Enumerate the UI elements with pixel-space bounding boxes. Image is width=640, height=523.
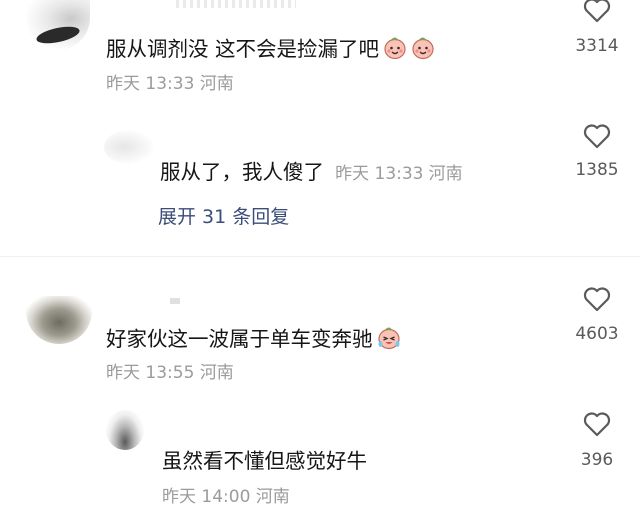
comment-location: 河南 [428,164,463,184]
comment-location: 河南 [199,363,234,383]
crying-laughing-peach-emoji [377,327,400,350]
like-count: 4603 [575,324,619,344]
comment-meta: 昨天 13:55 河南 [106,365,234,382]
reply-row: 服从了，我人傻了 昨天 13:33 河南 [160,162,463,183]
heart-outline-icon[interactable] [582,285,612,313]
comment-text: 好家伙这一波属于单车变奔驰 [106,326,401,350]
heart-outline-icon[interactable] [582,0,612,24]
heart-outline-icon[interactable] [582,410,612,438]
cropped-username-fragment [170,298,180,304]
comment-time: 昨天 13:33 [335,164,424,184]
heart-outline-icon[interactable] [582,122,612,150]
like-count: 3314 [575,36,619,56]
expand-replies-button[interactable]: 展开 31 条回复 [158,208,289,227]
avatar[interactable] [26,0,90,50]
like-count: 1385 [575,160,619,180]
avatar[interactable] [26,296,92,344]
avatar[interactable] [106,410,144,450]
comment-location: 河南 [255,487,290,507]
comment-time: 昨天 13:55 [106,363,195,383]
comment-text: 服从调剂没 这不会是捡漏了吧 [106,36,435,60]
comment-time: 昨天 13:33 [106,74,195,94]
comment-meta: 昨天 14:00 河南 [162,489,290,506]
comment-meta: 昨天 13:33 河南 [106,76,234,93]
comment-text: 服从了，我人傻了 [160,160,324,184]
cropped-username-fragment [176,0,296,8]
peach-smile-emoji [384,37,406,60]
peach-smile-emoji [412,37,434,60]
like-count: 396 [580,450,614,470]
comment-location: 河南 [199,74,234,94]
avatar[interactable] [104,130,154,164]
comment-time: 昨天 14:00 [162,487,251,507]
comment-text: 虽然看不懂但感觉好牛 [162,449,367,473]
divider [0,256,640,257]
